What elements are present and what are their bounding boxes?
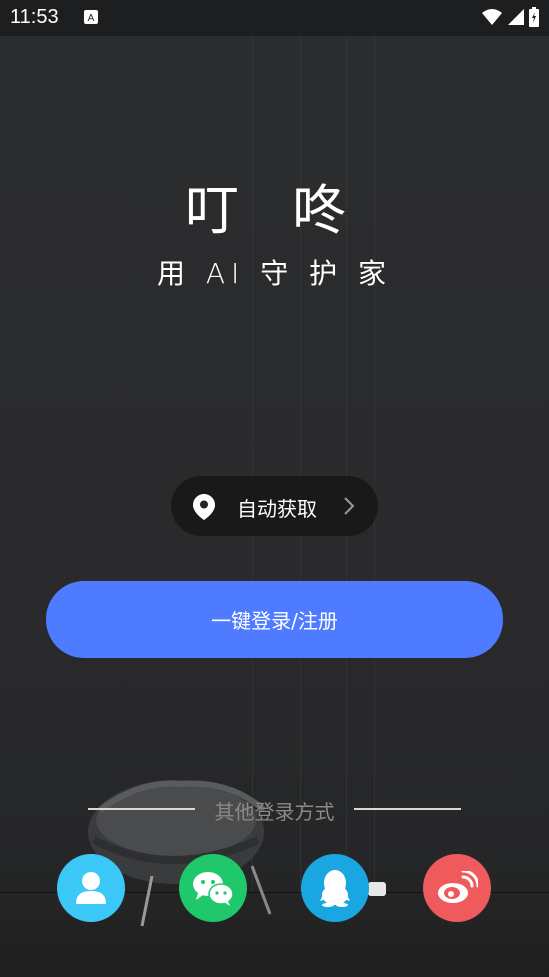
app-subtitle: 用 AI 守 护 家	[156, 257, 392, 290]
login-button-label: 一键登录/注册	[211, 609, 338, 633]
battery-icon	[529, 7, 539, 27]
other-login-divider: 其他登录方式	[0, 796, 549, 824]
qq-penguin-icon	[320, 870, 350, 907]
user-icon	[76, 872, 106, 904]
qq-login-button[interactable]	[301, 854, 369, 922]
location-selector[interactable]: 自动获取	[171, 476, 378, 536]
other-login-label: 其他登录方式	[214, 800, 335, 824]
status-bar: 11:53 A	[0, 0, 549, 36]
wechat-icon	[193, 872, 234, 906]
weibo-icon	[438, 871, 478, 903]
svg-text:A: A	[88, 13, 95, 24]
app-title: 叮 咚	[184, 179, 365, 242]
one-click-login-button[interactable]: 一键登录/注册	[46, 581, 503, 658]
cell-signal-icon	[508, 9, 524, 25]
status-icons	[481, 7, 539, 27]
wechat-login-button[interactable]	[179, 854, 247, 922]
divider-line-right	[354, 808, 461, 810]
background-stripe	[374, 36, 375, 896]
background-stripe	[346, 36, 347, 896]
background-stripe	[300, 36, 301, 896]
location-pin-icon	[193, 494, 215, 520]
cup-illustration	[368, 882, 386, 896]
chevron-right-icon	[344, 497, 355, 515]
status-time: 11:53	[10, 6, 59, 28]
wifi-icon	[482, 9, 502, 25]
weibo-login-button[interactable]	[423, 854, 491, 922]
background-stripe	[252, 36, 253, 896]
location-label: 自动获取	[237, 497, 317, 521]
account-login-button[interactable]	[57, 854, 125, 922]
a-notification-icon: A	[84, 10, 98, 24]
